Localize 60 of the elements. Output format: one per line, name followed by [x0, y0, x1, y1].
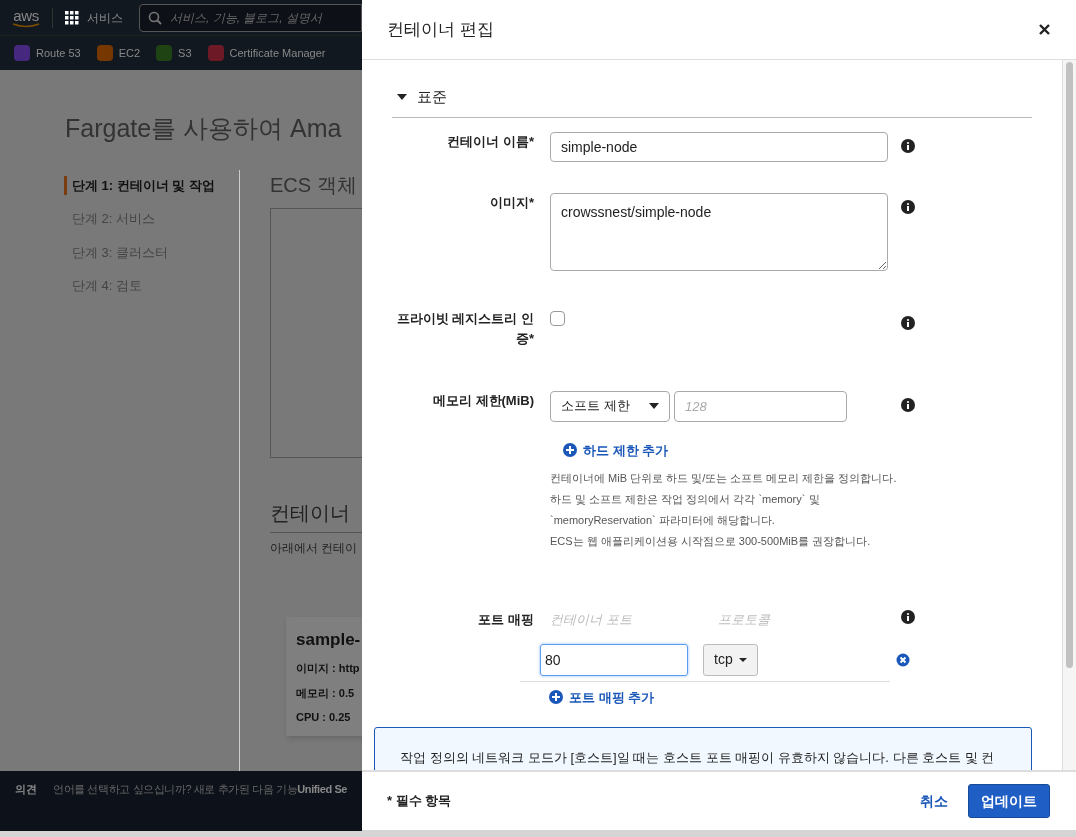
page-title: Fargate를 사용하여 Ama	[64, 113, 342, 144]
field-label: 컨테이너 이름*	[446, 132, 535, 151]
card-title: sample-	[296, 628, 362, 651]
column-header: 컨테이너 포트	[550, 611, 633, 629]
logo[interactable]: aws	[12, 7, 40, 28]
info-icon[interactable]	[901, 138, 915, 153]
step-link[interactable]: 단계 1: 컨테이너 및 작업	[64, 175, 239, 195]
help-text: `memoryReservation` 파라미터에 해당합니다.	[550, 513, 776, 528]
add-icon	[549, 690, 563, 705]
footer-message: 언어를 선택하고 싶으십니까? 새로 추가된 다음 기능Unified Se	[53, 782, 348, 797]
update-button[interactable]: 업데이트	[968, 784, 1050, 818]
search-icon	[148, 10, 162, 25]
column-header: 프로토콜	[718, 611, 771, 629]
memory-field[interactable]: 128	[674, 390, 847, 422]
field-label: 메모리 제한(MiB)	[431, 391, 535, 410]
add-icon	[563, 443, 577, 458]
container-card[interactable]: sample- 이미지 : http 메모리 : 0.5 CPU : 0.25	[286, 616, 362, 736]
section-title: ECS 객체	[270, 172, 358, 198]
search-field[interactable]: 서비스, 기능, 블로그, 설명서	[139, 3, 362, 32]
remove-icon	[896, 652, 910, 667]
field-label: 이미지*	[488, 193, 535, 212]
field-label: 프라이빗 레지스트리 인증*	[395, 309, 535, 348]
caret-icon	[649, 403, 659, 409]
add-hard-limit-link[interactable]: 하드 제한 추가	[563, 440, 888, 460]
favorite-link[interactable]: EC2	[96, 44, 141, 62]
field-label: 포트 매핑	[477, 611, 535, 629]
remove-button[interactable]	[896, 652, 910, 667]
help-text: 컨테이너에 MiB 단위로 하드 및/또는 소프트 메모리 제한을 정의합니다.	[550, 471, 898, 486]
cancel-link[interactable]: 취소	[920, 790, 948, 812]
section-text: 아래에서 컨테이	[270, 539, 359, 557]
info-icon[interactable]	[901, 397, 915, 412]
dialog-title: 컨테이너 편집	[387, 18, 494, 41]
add-port-mapping-link[interactable]: 포트 매핑 추가	[549, 687, 655, 707]
info-icon[interactable]	[901, 610, 915, 624]
favorite-link[interactable]: Certificate Manager	[207, 44, 326, 62]
section-toggle[interactable]: 표준	[392, 86, 1032, 118]
card-detail: 메모리 : 0.5	[296, 685, 356, 701]
caret-icon	[738, 657, 747, 662]
close-icon	[1038, 24, 1050, 35]
caret-icon	[397, 94, 407, 101]
info-icon[interactable]	[901, 199, 915, 214]
protocol-dropdown[interactable]: tcp	[703, 643, 758, 676]
close-button[interactable]	[1037, 22, 1051, 37]
favorite-link[interactable]: Route 53	[14, 44, 81, 62]
services-menu[interactable]: 서비스	[65, 8, 123, 27]
card-detail: 이미지 : http	[296, 661, 361, 676]
checkbox[interactable]	[550, 310, 565, 326]
favorite-link[interactable]: S3	[156, 44, 192, 62]
help-text: ECS는 웹 애플리케이션용 시작점으로 300-500MiB를 권장합니다.	[550, 534, 872, 549]
limit-dropdown[interactable]: 소프트 제한	[550, 390, 670, 422]
card-detail: CPU : 0.25	[296, 710, 352, 725]
port-field[interactable]: 80	[540, 643, 688, 676]
info-text: 작업 정의의 네트워크 모드가 [호스트]일 때는 호스트 포트 매핑이 유효하지 않습니다. 다른 호스트 및 컨	[400, 749, 996, 767]
info-icon[interactable]	[901, 315, 915, 330]
grid-icon	[65, 10, 79, 25]
text-area[interactable]: crowssnest/simple-node	[550, 192, 888, 271]
help-text: 하드 및 소프트 제한은 작업 정의에서 각각 `memory` 및	[550, 492, 821, 507]
text-field[interactable]: simple-node	[550, 131, 888, 162]
feedback-link[interactable]: 의견	[15, 781, 37, 798]
required-note: * 필수 항목	[387, 792, 452, 811]
